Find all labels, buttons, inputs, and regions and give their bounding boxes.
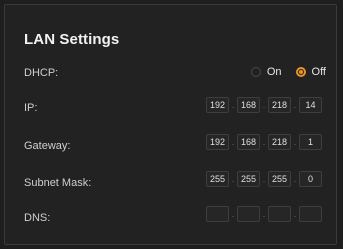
- ip-octet-3[interactable]: 218: [268, 97, 291, 113]
- subnet-input-group: 255 . 255 . 255 . 0: [206, 171, 322, 187]
- dhcp-off-radio-icon[interactable]: [295, 67, 306, 77]
- gateway-octet-4[interactable]: 1: [299, 134, 322, 150]
- ip-octet-2[interactable]: 168: [237, 97, 260, 113]
- dhcp-on-label: On: [266, 66, 282, 78]
- dns-octet-2[interactable]: [237, 206, 260, 222]
- ip-separator: .: [262, 100, 266, 110]
- dns-separator: .: [231, 209, 235, 219]
- gateway-octet-1[interactable]: 192: [206, 134, 229, 150]
- ip-input-group: 192 . 168 . 218 . 14: [206, 97, 322, 113]
- dns-separator: .: [262, 209, 266, 219]
- gateway-input-group: 192 . 168 . 218 . 1: [206, 134, 322, 150]
- dns-octet-1[interactable]: [206, 206, 229, 222]
- gateway-label: Gateway:: [24, 140, 71, 152]
- dns-label: DNS:: [24, 212, 51, 224]
- subnet-octet-3[interactable]: 255: [268, 171, 291, 187]
- gateway-octet-3[interactable]: 218: [268, 134, 291, 150]
- dns-octet-3[interactable]: [268, 206, 291, 222]
- subnet-separator: .: [262, 174, 266, 184]
- gateway-octet-2[interactable]: 168: [237, 134, 260, 150]
- dhcp-on-option[interactable]: On: [250, 66, 282, 78]
- ip-separator: .: [231, 100, 235, 110]
- subnet-mask-label: Subnet Mask:: [24, 177, 92, 189]
- dhcp-off-option[interactable]: Off: [295, 66, 326, 78]
- gateway-separator: .: [231, 137, 235, 147]
- dns-separator: .: [293, 209, 297, 219]
- dns-input-group: . . .: [206, 206, 322, 222]
- dns-octet-4[interactable]: [299, 206, 322, 222]
- subnet-octet-2[interactable]: 255: [237, 171, 260, 187]
- lan-settings-panel: LAN Settings DHCP: On Off IP: 192 . 168 …: [4, 4, 337, 245]
- dhcp-radio-group: On Off: [250, 66, 326, 78]
- dhcp-off-label: Off: [311, 66, 326, 78]
- subnet-octet-4[interactable]: 0: [299, 171, 322, 187]
- ip-separator: .: [293, 100, 297, 110]
- panel-title: LAN Settings: [24, 31, 120, 48]
- subnet-octet-1[interactable]: 255: [206, 171, 229, 187]
- ip-octet-4[interactable]: 14: [299, 97, 322, 113]
- dhcp-label: DHCP:: [24, 67, 59, 79]
- subnet-separator: .: [231, 174, 235, 184]
- ip-label: IP:: [24, 102, 38, 114]
- dhcp-on-radio-icon[interactable]: [250, 67, 261, 77]
- ip-octet-1[interactable]: 192: [206, 97, 229, 113]
- gateway-separator: .: [293, 137, 297, 147]
- gateway-separator: .: [262, 137, 266, 147]
- subnet-separator: .: [293, 174, 297, 184]
